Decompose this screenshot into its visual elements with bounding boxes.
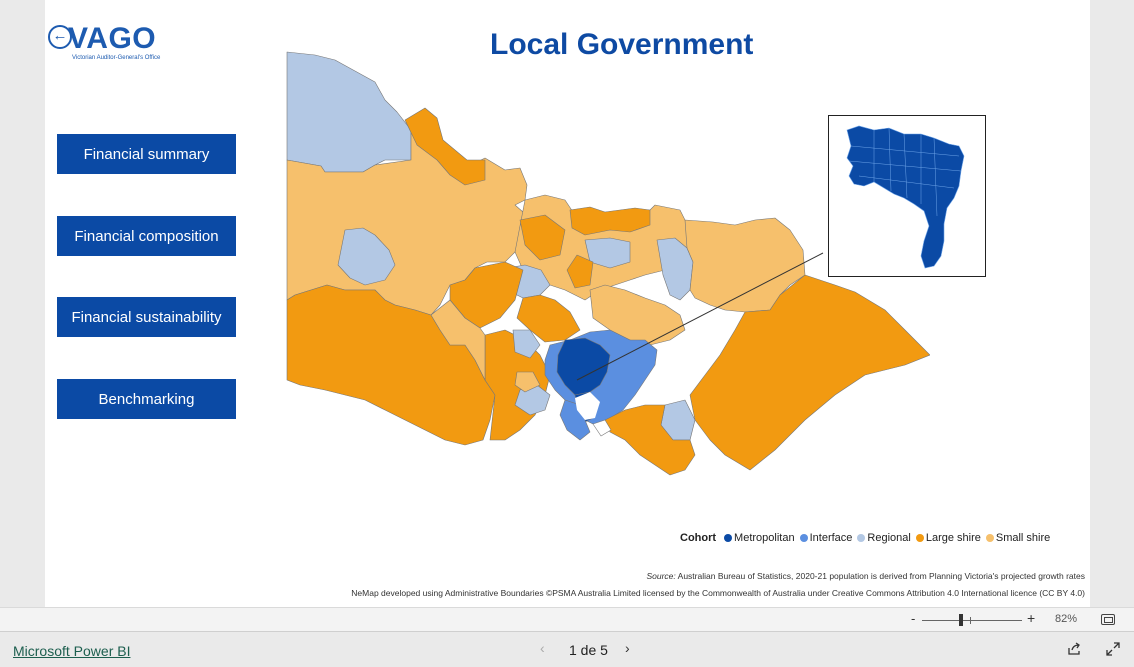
zoom-level: 82%: [1055, 613, 1078, 625]
legend-label: Small shire: [995, 532, 1051, 544]
zoom-slider-tick: [970, 617, 971, 624]
benchmarking-button[interactable]: Benchmarking: [57, 379, 236, 419]
zoom-slider-thumb[interactable]: [959, 614, 963, 626]
map-region-regional: [286, 51, 412, 173]
logo-wordmark: VAGO: [68, 22, 157, 55]
power-bi-link[interactable]: Microsoft Power BI: [13, 643, 130, 659]
fullscreen-expand-icon[interactable]: [1106, 642, 1120, 656]
legend-dot-icon: [915, 534, 924, 542]
source-note: Source: Australian Bureau of Statistics,…: [646, 571, 1085, 581]
previous-page-button[interactable]: ‹: [540, 640, 545, 656]
report-viewer: ← VAGO Victorian Auditor-General's Offic…: [0, 0, 1134, 667]
source-label: Source:: [646, 571, 676, 581]
vago-logo: ← VAGO Victorian Auditor-General's Offic…: [48, 22, 168, 66]
legend-label: Metropolitan: [734, 532, 795, 544]
financial-sustainability-button[interactable]: Financial sustainability: [57, 297, 236, 337]
legend-label: Regional: [867, 532, 911, 544]
logo-subtitle: Victorian Auditor-General's Office: [72, 55, 161, 61]
cohort-legend: Cohort Metropolitan Interface Regional L…: [680, 532, 1050, 544]
nemap-licence-note: NeMap developed using Administrative Bou…: [351, 588, 1085, 598]
legend-item-regional[interactable]: Regional: [857, 532, 911, 544]
footer-bar: Microsoft Power BI ‹ 1 de 5 ›: [0, 631, 1134, 667]
fit-to-page-icon[interactable]: [1101, 614, 1115, 625]
metro-inset-svg: [846, 125, 965, 269]
metro-inset-map[interactable]: [828, 115, 986, 277]
legend-dot-icon: [724, 534, 733, 542]
share-icon[interactable]: [1067, 642, 1081, 656]
zoom-in-button[interactable]: +: [1027, 610, 1035, 626]
next-page-button[interactable]: ›: [625, 640, 630, 656]
legend-item-small-shire[interactable]: Small shire: [985, 532, 1051, 544]
zoom-bar: - + 82%: [0, 607, 1134, 631]
legend-dot-icon: [857, 534, 866, 542]
zoom-slider-track[interactable]: [922, 620, 1022, 621]
financial-composition-button[interactable]: Financial composition: [57, 216, 236, 256]
report-canvas: ← VAGO Victorian Auditor-General's Offic…: [45, 0, 1090, 607]
legend-dot-icon: [985, 534, 994, 542]
legend-item-metropolitan[interactable]: Metropolitan: [724, 532, 795, 544]
page-indicator: 1 de 5: [569, 642, 608, 658]
source-text: Australian Bureau of Statistics, 2020-21…: [675, 571, 1085, 581]
legend-item-large-shire[interactable]: Large shire: [915, 532, 981, 544]
zoom-out-button[interactable]: -: [911, 611, 915, 626]
financial-summary-button[interactable]: Financial summary: [57, 134, 236, 174]
legend-item-interface[interactable]: Interface: [799, 532, 853, 544]
legend-label: Interface: [809, 532, 853, 544]
legend-dot-icon: [799, 534, 808, 542]
legend-label: Large shire: [925, 532, 981, 544]
legend-title: Cohort: [680, 532, 717, 544]
